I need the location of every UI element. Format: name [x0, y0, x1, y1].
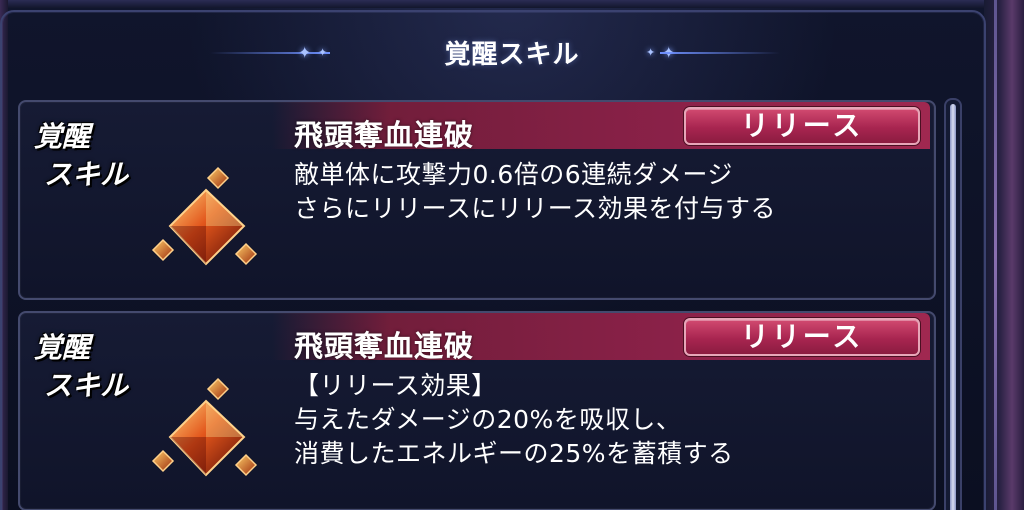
header-deco-line-right [660, 52, 780, 54]
awaken-skill-badge: 覚醒 スキル [34, 329, 128, 405]
awaken-skill-badge: 覚醒 スキル [34, 118, 128, 194]
skill-card: 覚醒 スキル 飛頭奪血連破 リリース [18, 311, 936, 510]
skill-name: 飛頭奪血連破 [294, 329, 475, 363]
skill-name: 飛頭奪血連破 [294, 118, 475, 152]
scrollbar[interactable] [944, 98, 962, 510]
skill-card: 覚醒 スキル 飛頭奪血連破 リリース [18, 100, 936, 300]
scrollbar-thumb[interactable] [950, 104, 956, 510]
fire-crystal-icon [151, 166, 258, 266]
skill-screen: ✦ ✦ 覚醒スキル ✦ ✦ 覚醒 スキル 飛頭奪血連破 リリース 敵単体に攻撃力… [0, 0, 1024, 510]
release-button[interactable]: リリース [684, 318, 920, 356]
fire-crystal-icon [151, 377, 258, 477]
release-button[interactable]: リリース [684, 107, 920, 145]
skill-description: 【リリース効果】 与えたダメージの20%を吸収し、 消費したエネルギーの25%を… [294, 369, 734, 471]
skill-description: 敵単体に攻撃力0.6倍の6連続ダメージ さらにリリースにリリース効果を付与する [294, 158, 776, 226]
badge-line2: スキル [44, 369, 129, 402]
badge-line2: スキル [44, 158, 129, 191]
description-line: さらにリリースにリリース効果を付与する [294, 194, 777, 223]
badge-line1: 覚醒 [34, 120, 91, 153]
section-title: 覚醒スキル [444, 40, 580, 70]
description-line: 敵単体に攻撃力0.6倍の6連続ダメージ [294, 160, 733, 189]
sparkle-icon: ✦ [646, 46, 656, 59]
frame-right [984, 0, 1024, 510]
frame-top [0, 0, 1024, 8]
description-line: 消費したエネルギーの25%を蓄積する [294, 439, 734, 468]
description-line: 【リリース効果】 [294, 371, 497, 400]
badge-line1: 覚醒 [34, 331, 91, 364]
description-line: 与えたダメージの20%を吸収し、 [294, 405, 682, 434]
